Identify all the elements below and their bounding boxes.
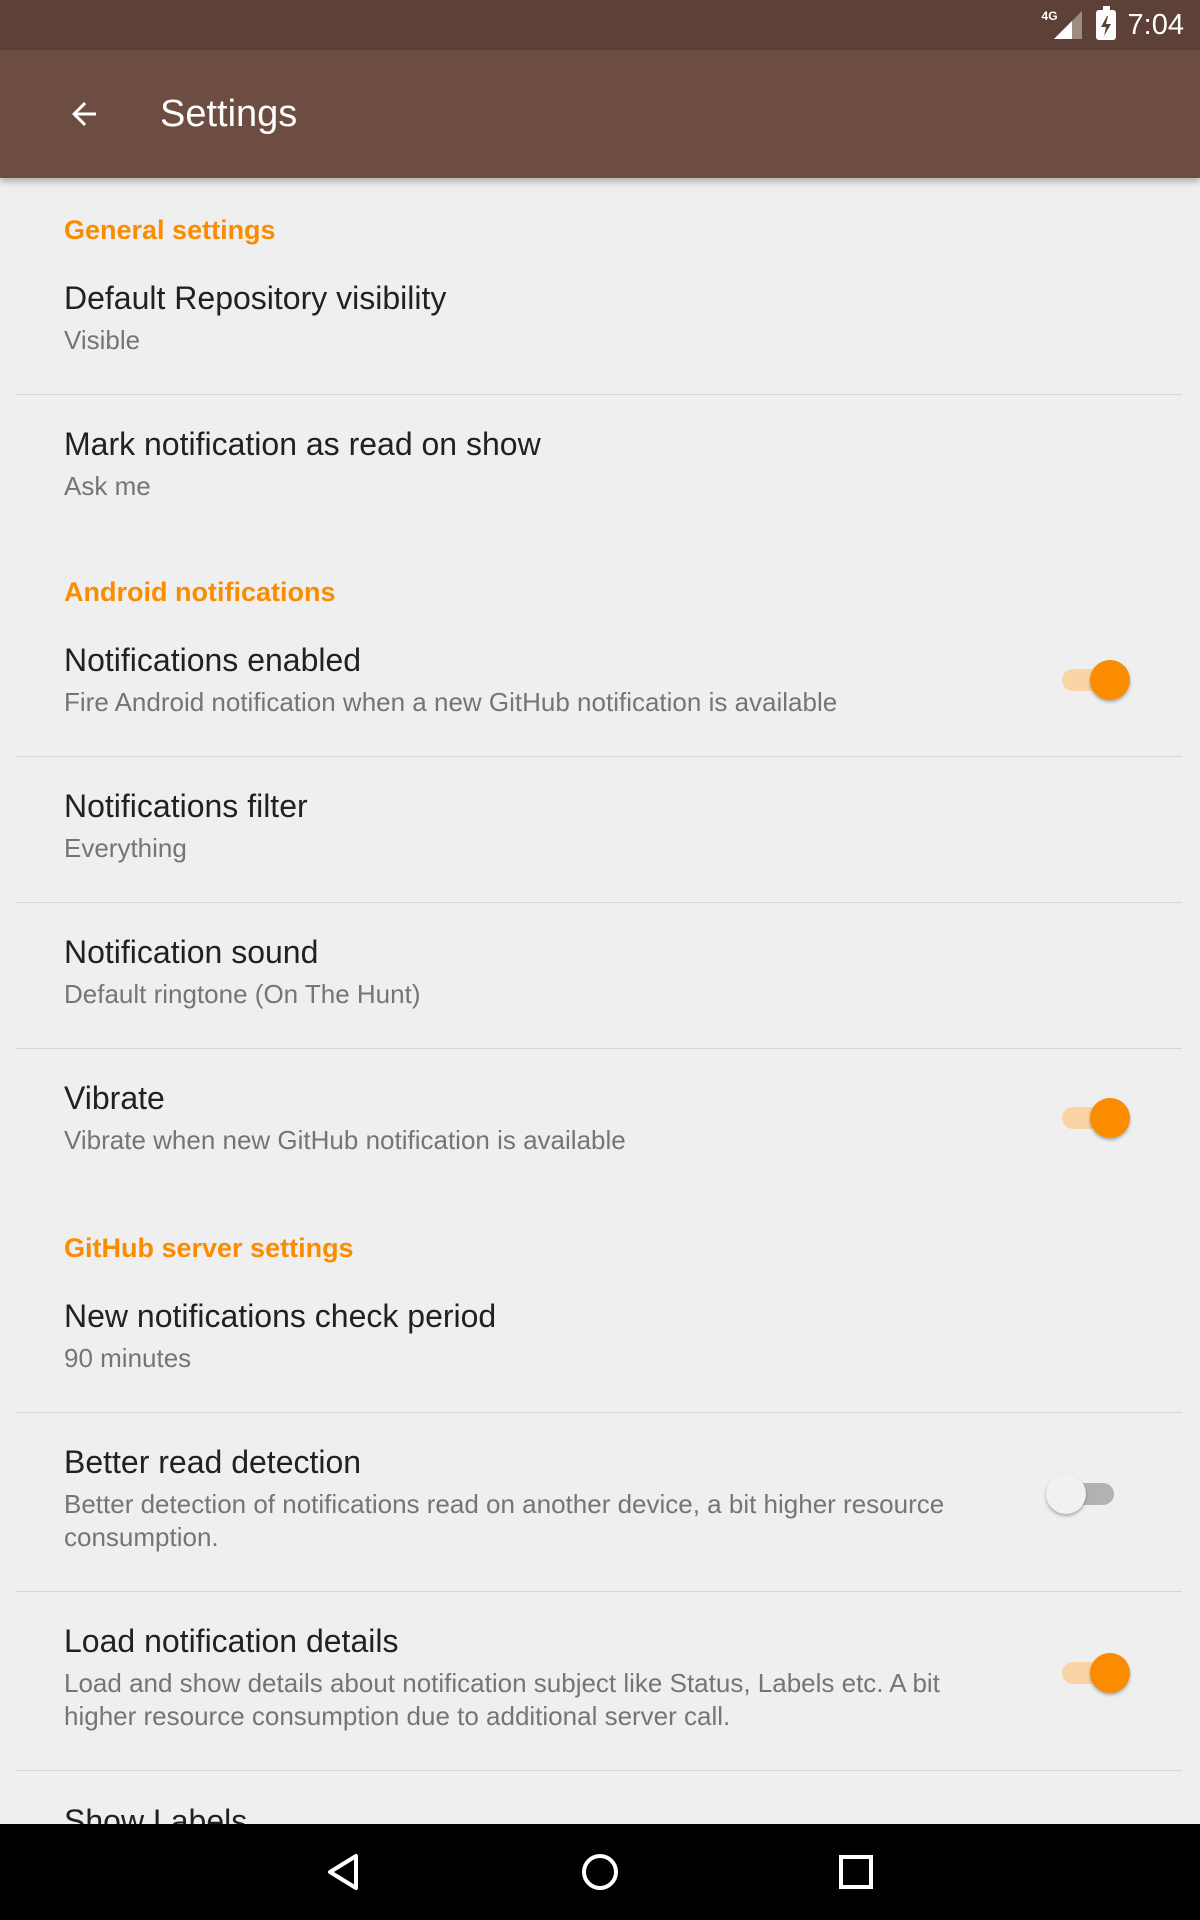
pref-summary: Default ringtone (On The Hunt) bbox=[64, 979, 421, 1009]
status-bar: 4G 7:04 bbox=[0, 0, 1200, 50]
pref-load-notification-details[interactable]: Load notification details Load and show … bbox=[16, 1623, 1182, 1743]
pref-check-period[interactable]: New notifications check period 90 minute… bbox=[16, 1298, 1182, 1390]
nav-recents-button[interactable] bbox=[828, 1844, 884, 1900]
pref-summary: Fire Android notification when a new Git… bbox=[64, 687, 838, 717]
nav-back-button[interactable] bbox=[316, 1844, 372, 1900]
navigation-bar bbox=[0, 1824, 1200, 1920]
divider bbox=[16, 1412, 1182, 1413]
pref-summary: Visible bbox=[64, 325, 141, 355]
pref-summary: Everything bbox=[64, 833, 187, 863]
nav-home-button[interactable] bbox=[572, 1844, 628, 1900]
pref-better-read-detection[interactable]: Better read detection Better detection o… bbox=[16, 1444, 1182, 1564]
pref-title: Mark notification as read on show bbox=[64, 426, 541, 462]
arrow-back-icon bbox=[72, 102, 96, 126]
toolbar: Settings bbox=[0, 50, 1200, 178]
back-button[interactable] bbox=[52, 82, 116, 146]
nav-back-icon bbox=[328, 1854, 358, 1890]
pref-title: Show Labels bbox=[64, 1803, 248, 1824]
pref-title: Notifications filter bbox=[64, 788, 308, 824]
pref-title: Vibrate bbox=[64, 1080, 165, 1116]
page-title: Settings bbox=[160, 93, 298, 135]
pref-title: New notifications check period bbox=[64, 1298, 497, 1334]
divider bbox=[16, 1770, 1182, 1771]
pref-summary: Better detection of notifications read o… bbox=[64, 1489, 945, 1552]
notifications-enabled-switch[interactable] bbox=[1054, 658, 1134, 702]
divider bbox=[16, 756, 1182, 757]
pref-mark-read-on-show[interactable]: Mark notification as read on show Ask me bbox=[16, 426, 1182, 518]
pref-title: Notification sound bbox=[64, 934, 319, 970]
divider bbox=[16, 902, 1182, 903]
cellular-signal-icon: 4G bbox=[1042, 9, 1084, 41]
section-header-general: General settings bbox=[64, 215, 276, 245]
divider bbox=[16, 394, 1182, 395]
pref-notifications-enabled[interactable]: Notifications enabled Fire Android notif… bbox=[16, 642, 1182, 734]
pref-notifications-filter[interactable]: Notifications filter Everything bbox=[16, 788, 1182, 880]
vibrate-switch[interactable] bbox=[1054, 1096, 1134, 1140]
pref-summary: Load and show details about notification… bbox=[64, 1668, 940, 1731]
section-header-android: Android notifications bbox=[64, 577, 336, 607]
pref-summary: Vibrate when new GitHub notification is … bbox=[64, 1125, 626, 1155]
better-read-detection-switch[interactable] bbox=[1046, 1472, 1126, 1516]
pref-repository-visibility[interactable]: Default Repository visibility Visible bbox=[16, 280, 1182, 372]
battery-charging-icon bbox=[1095, 6, 1116, 40]
settings-list[interactable]: General settings Default Repository visi… bbox=[0, 178, 1200, 1824]
pref-title: Better read detection bbox=[64, 1444, 362, 1480]
pref-show-labels[interactable]: Show Labels bbox=[16, 1803, 1182, 1824]
pref-title: Notifications enabled bbox=[64, 642, 362, 678]
section-header-github: GitHub server settings bbox=[64, 1233, 354, 1263]
pref-summary: 90 minutes bbox=[64, 1343, 192, 1373]
pref-title: Default Repository visibility bbox=[64, 280, 447, 316]
pref-title: Load notification details bbox=[64, 1623, 399, 1659]
pref-summary: Ask me bbox=[64, 471, 151, 501]
divider bbox=[16, 1591, 1182, 1592]
clock: 7:04 bbox=[1127, 8, 1184, 41]
pref-vibrate[interactable]: Vibrate Vibrate when new GitHub notifica… bbox=[16, 1080, 1182, 1172]
divider bbox=[16, 1048, 1182, 1049]
nav-home-icon bbox=[582, 1854, 618, 1890]
pref-notification-sound[interactable]: Notification sound Default ringtone (On … bbox=[16, 934, 1182, 1026]
network-type-label: 4G bbox=[1041, 9, 1058, 23]
nav-recents-icon bbox=[839, 1855, 873, 1889]
load-details-switch[interactable] bbox=[1054, 1651, 1134, 1695]
